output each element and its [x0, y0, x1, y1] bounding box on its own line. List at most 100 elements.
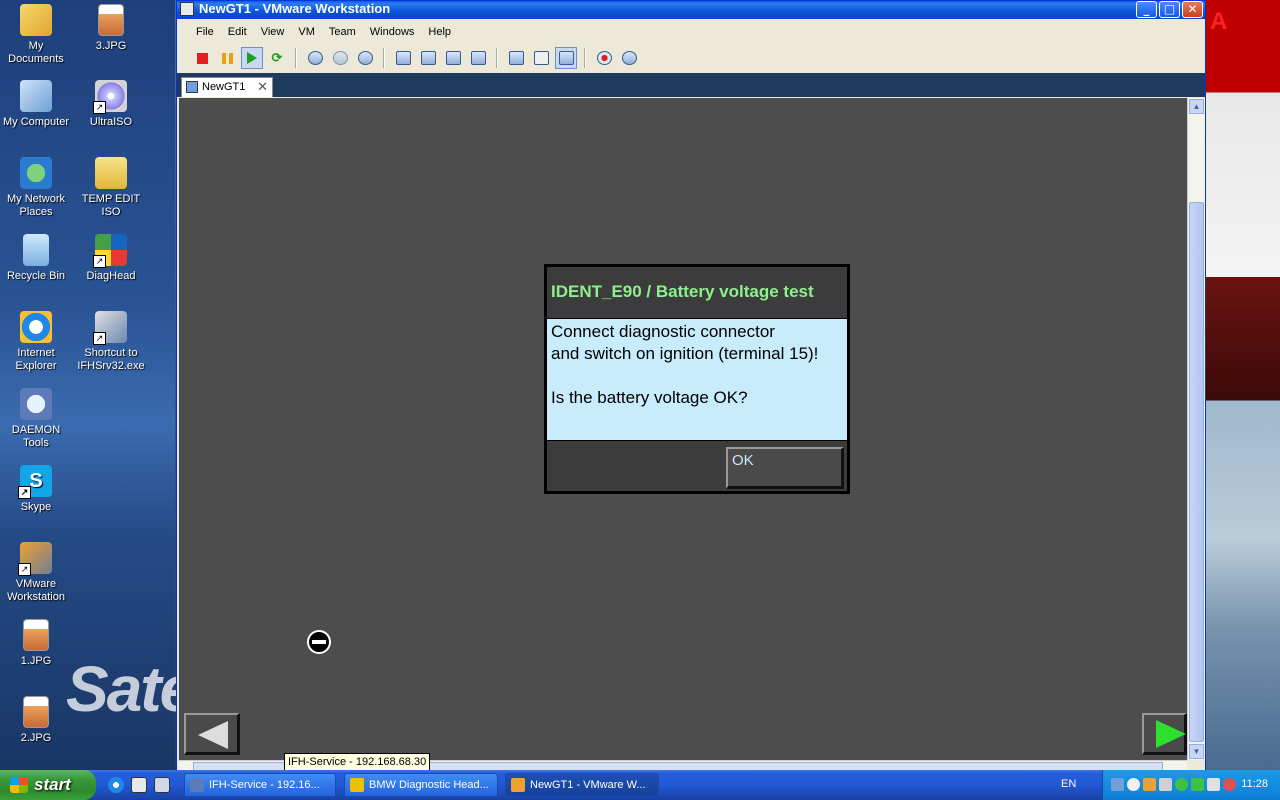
menu-vm[interactable]: VM — [291, 23, 322, 43]
taskbar-task-ifh-service[interactable]: IFH-Service - 192.16... — [184, 773, 336, 797]
tray-tool-icon[interactable] — [1143, 778, 1156, 791]
vmware-window: NewGT1 - VMware Workstation _ □ ✕ File E… — [176, 0, 1206, 772]
suspend-button[interactable] — [216, 47, 238, 69]
scroll-down-icon[interactable]: ▼ — [1189, 744, 1204, 759]
disc-icon — [93, 80, 127, 114]
tray-security-icon[interactable] — [1223, 778, 1236, 791]
desktop-icon-3-jpg[interactable]: 3.JPG — [75, 4, 147, 53]
show-appliance-button[interactable] — [530, 47, 552, 69]
desktop-icon-vmware-workstation[interactable]: VMware Workstation — [0, 542, 72, 604]
task-label: IFH-Service - 192.16... — [209, 779, 320, 791]
ifh-service-icon — [190, 778, 204, 792]
menu-help[interactable]: Help — [421, 23, 458, 43]
language-indicator[interactable]: EN — [1061, 778, 1076, 790]
reset-button[interactable]: ⟳ — [266, 47, 288, 69]
desktop-icon-2-jpg[interactable]: 2.JPG — [0, 696, 72, 745]
window-titlebar[interactable]: NewGT1 - VMware Workstation _ □ ✕ — [177, 1, 1205, 19]
vertical-scrollbar[interactable]: ▲ ▼ — [1187, 98, 1205, 760]
menu-file[interactable]: File — [189, 23, 221, 43]
show-sidebar-button[interactable] — [392, 47, 414, 69]
close-button[interactable]: ✕ — [1182, 1, 1203, 18]
desktop-icon-my-computer[interactable]: My Computer — [0, 80, 72, 129]
desktop-icon-daemon-tools[interactable]: DAEMON Tools — [0, 388, 72, 450]
tray-daemon-icon[interactable] — [1159, 778, 1172, 791]
tab-close-icon[interactable]: ✕ — [257, 78, 268, 96]
tray-app-icon[interactable] — [1127, 778, 1140, 791]
menu-edit[interactable]: Edit — [221, 23, 254, 43]
vmware-app-icon[interactable] — [180, 2, 194, 16]
stop-icon — [196, 52, 208, 64]
tray-network-icon[interactable] — [1111, 778, 1124, 791]
console-icon — [558, 51, 574, 65]
tray-wireless-icon[interactable] — [1191, 778, 1204, 791]
menu-windows[interactable]: Windows — [363, 23, 422, 43]
quicklaunch-show-desktop-icon[interactable] — [154, 777, 170, 793]
desktop-icon-my-network-places[interactable]: My Network Places — [0, 157, 72, 219]
maximize-button[interactable]: □ — [1159, 1, 1180, 18]
toolbar-separator — [584, 48, 586, 68]
full-screen-button[interactable] — [442, 47, 464, 69]
arrow-right-icon — [1156, 720, 1186, 748]
folder-icon — [95, 157, 127, 189]
vertical-scroll-thumb[interactable] — [1189, 202, 1204, 742]
tray-safely-remove-icon[interactable] — [1207, 778, 1220, 791]
desktop-icon-label: UltraISO — [89, 116, 133, 128]
snapshot-button[interactable] — [304, 47, 326, 69]
taskbar-task-vmware[interactable]: NewGT1 - VMware W... — [505, 773, 659, 797]
show-summary-button[interactable] — [505, 47, 527, 69]
vm-console-screen[interactable]: IDENT_E90 / Battery voltage test Connect… — [179, 98, 1187, 760]
desktop-icon-internet-explorer[interactable]: Internet Explorer — [0, 311, 72, 373]
menu-team[interactable]: Team — [322, 23, 363, 43]
desktop-icon-ultraiso[interactable]: UltraISO — [75, 80, 147, 129]
toolbar: ⟳ — [177, 45, 1205, 71]
clock: 11:28 — [1241, 778, 1268, 790]
forward-button[interactable] — [1142, 713, 1187, 755]
start-button[interactable]: start — [0, 770, 96, 800]
replay-button[interactable] — [618, 47, 640, 69]
revert-snapshot-button[interactable] — [329, 47, 351, 69]
tab-newgt1[interactable]: NewGT1 ✕ — [181, 77, 273, 97]
power-off-button[interactable] — [191, 47, 213, 69]
snapshot-icon — [307, 51, 323, 65]
replay-icon — [621, 51, 637, 65]
recycle-bin-icon — [23, 234, 49, 266]
system-tray: 11:28 — [1102, 770, 1280, 800]
record-button[interactable] — [593, 47, 615, 69]
desktop-icon-my-documents[interactable]: My Documents — [0, 4, 72, 66]
desktop-icon-skype[interactable]: S Skype — [0, 465, 72, 514]
minimize-button[interactable]: _ — [1136, 1, 1157, 18]
vm-tab-icon — [186, 81, 198, 93]
skype-icon: S — [18, 465, 52, 499]
quicklaunch-app-icon[interactable] — [131, 777, 147, 793]
network-icon — [20, 157, 52, 189]
desktop-icon-diaghead[interactable]: DiagHead — [75, 234, 147, 283]
snapshot-manager-button[interactable] — [354, 47, 376, 69]
scroll-up-icon[interactable]: ▲ — [1189, 99, 1204, 114]
quick-switch-button[interactable] — [417, 47, 439, 69]
windows-flag-icon — [10, 777, 28, 793]
dialog-message: Connect diagnostic connector and switch … — [547, 319, 847, 441]
desktop-icon-ifhsrv32-shortcut[interactable]: Shortcut to IFHSrv32.exe — [75, 311, 147, 373]
ok-button[interactable]: OK — [726, 447, 844, 489]
show-console-button[interactable] — [555, 47, 577, 69]
desktop-icon-temp-edit-iso[interactable]: TEMP EDIT ISO — [75, 157, 147, 219]
desktop-icon-recycle-bin[interactable]: Recycle Bin — [0, 234, 72, 283]
full-screen-icon — [445, 51, 461, 65]
menu-view[interactable]: View — [254, 23, 292, 43]
desktop-icon-label: My Computer — [2, 116, 70, 128]
desktop-icon-label: Internet Explorer — [15, 347, 57, 372]
taskbar-task-bmw-diagnostic-head[interactable]: BMW Diagnostic Head... — [344, 773, 498, 797]
reset-icon: ⟳ — [271, 50, 283, 65]
power-on-button[interactable] — [241, 47, 263, 69]
unity-button[interactable] — [467, 47, 489, 69]
start-label: start — [34, 775, 71, 794]
back-button[interactable] — [184, 713, 240, 755]
desktop-icon-label: 1.JPG — [20, 655, 52, 667]
computer-icon — [20, 80, 52, 112]
quicklaunch-internet-explorer-icon[interactable] — [108, 777, 124, 793]
tray-green-icon[interactable] — [1175, 778, 1188, 791]
desktop-icon-1-jpg[interactable]: 1.JPG — [0, 619, 72, 668]
unity-icon — [470, 51, 486, 65]
pause-icon — [221, 52, 233, 64]
snapshot-manager-icon — [357, 51, 373, 65]
